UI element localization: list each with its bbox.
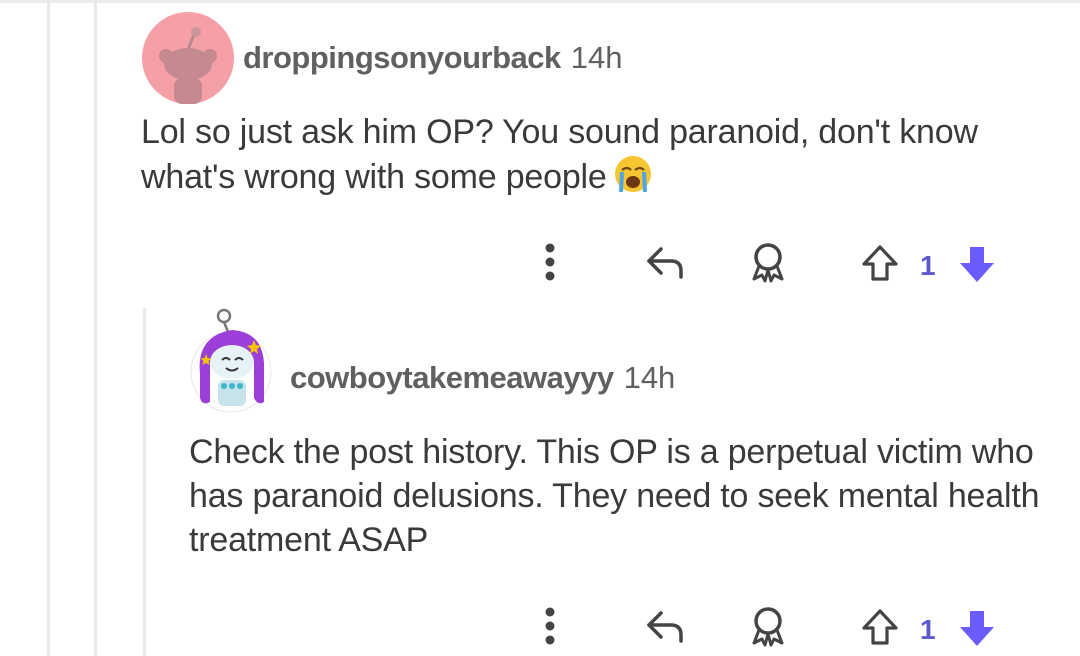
comment-meta: droppingsonyourback 14h	[243, 40, 622, 76]
vote-count: 1	[920, 614, 936, 645]
reply-icon[interactable]	[644, 242, 688, 282]
downvote-icon[interactable]	[954, 606, 1000, 650]
loudly-crying-face-icon	[613, 154, 653, 194]
username[interactable]: cowboytakemeawayyy	[290, 360, 614, 395]
award-icon[interactable]	[746, 604, 790, 648]
upvote-icon[interactable]	[858, 242, 902, 284]
downvote-icon[interactable]	[954, 242, 1000, 286]
thread-line-mid	[94, 0, 97, 656]
more-vertical-icon[interactable]	[534, 240, 566, 284]
vote-count: 1	[920, 250, 936, 281]
timestamp: 14h	[570, 40, 623, 75]
comment-text: Lol so just ask him OP? You sound parano…	[141, 113, 978, 196]
comment-text: Check the post history. This OP is a per…	[189, 433, 1040, 559]
comment-meta: cowboytakemeawayyy 14h	[290, 360, 675, 396]
user-avatar[interactable]	[188, 302, 274, 414]
top-divider	[0, 0, 1080, 3]
thread-line-reply	[143, 308, 146, 656]
user-avatar[interactable]	[140, 10, 236, 106]
thread-line-outer	[47, 0, 50, 656]
award-icon[interactable]	[746, 240, 790, 284]
upvote-icon[interactable]	[858, 606, 902, 648]
reply-icon[interactable]	[644, 606, 688, 646]
timestamp: 14h	[623, 360, 676, 395]
more-vertical-icon[interactable]	[534, 604, 566, 648]
username[interactable]: droppingsonyourback	[243, 40, 561, 75]
